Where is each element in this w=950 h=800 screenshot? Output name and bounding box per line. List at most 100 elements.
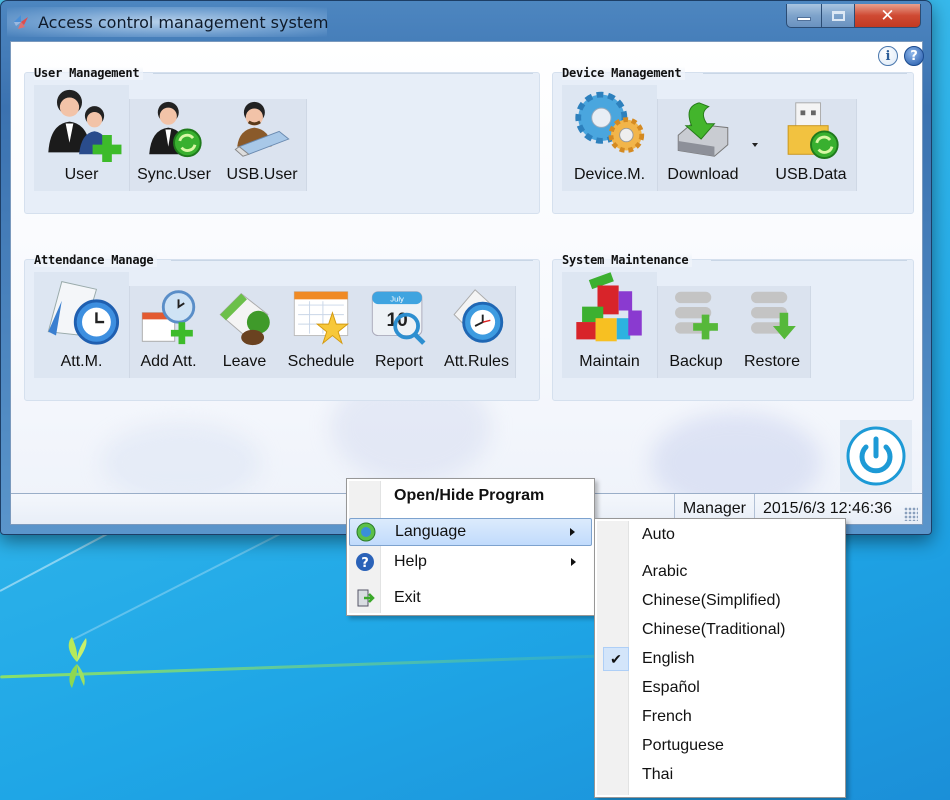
leave-icon — [219, 292, 270, 346]
device-management-button[interactable]: Device.M. — [562, 85, 657, 191]
group-title: Device Management — [562, 66, 686, 80]
gears-icon — [574, 91, 644, 153]
schedule-icon — [293, 291, 350, 345]
add-attendance-label: Add Att. — [140, 353, 197, 370]
top-right-icons: i ? — [878, 46, 924, 66]
report-button[interactable]: July 10 Report — [360, 286, 438, 378]
maximize-button[interactable] — [822, 4, 855, 28]
add-attendance-button[interactable]: Add Att. — [130, 286, 207, 378]
calendar-clock-icon — [47, 281, 119, 345]
user-button[interactable]: User — [34, 85, 129, 191]
device-management-label: Device.M. — [573, 166, 646, 183]
usb-user-button[interactable]: USB.User — [218, 99, 306, 191]
power-icon — [846, 426, 906, 486]
user-label: User — [64, 166, 99, 183]
menu-item-language[interactable]: Language — [349, 518, 592, 546]
language-option-auto[interactable]: Auto — [597, 521, 843, 549]
globe-icon — [356, 522, 376, 542]
app-window: Access control management system ✕ i ? U… — [0, 0, 932, 535]
resize-grip[interactable] — [904, 507, 918, 521]
schedule-label: Schedule — [287, 353, 355, 370]
group-title: User Management — [34, 66, 144, 80]
backup-button[interactable]: Backup — [658, 286, 734, 378]
attendance-rules-label: Att.Rules — [444, 353, 509, 370]
group-device-management: Device Management Device.M. Download USB… — [552, 66, 914, 214]
attendance-rules-button[interactable]: Att.Rules — [438, 286, 515, 378]
maintain-label: Maintain — [579, 353, 640, 370]
language-option[interactable]: Thai — [597, 761, 843, 789]
leave-button[interactable]: Leave — [207, 286, 282, 378]
report-label: Report — [374, 353, 424, 370]
tray-context-menu: Open/Hide Program Language ? Help Exit — [346, 478, 595, 616]
desktop-leaf-icon — [68, 637, 87, 688]
submenu-arrow-icon — [570, 528, 575, 536]
download-dropdown-icon[interactable] — [752, 143, 758, 147]
usb-user-label: USB.User — [226, 166, 298, 183]
schedule-button[interactable]: Schedule — [282, 286, 360, 378]
usb-user-icon — [234, 101, 290, 157]
leave-label: Leave — [222, 353, 267, 370]
minimize-icon — [797, 16, 811, 21]
restore-label: Restore — [743, 353, 801, 370]
submenu-arrow-icon — [571, 558, 576, 566]
attendance-management-button[interactable]: Att.M. — [34, 272, 129, 378]
maintain-button[interactable]: Maintain — [562, 272, 657, 378]
svg-text:?: ? — [361, 556, 369, 571]
menu-item-label: Exit — [394, 589, 421, 606]
caption-buttons: ✕ — [786, 4, 921, 30]
main-panel: i ? User Management User Sync.User USB.U… — [10, 41, 924, 525]
help-icon[interactable]: ? — [904, 46, 924, 66]
report-icon: July 10 — [371, 291, 426, 345]
help-icon: ? — [356, 553, 374, 571]
language-option[interactable]: Arabic — [597, 558, 843, 586]
download-button[interactable]: Download — [658, 99, 748, 191]
user-add-icon — [47, 89, 121, 162]
menu-item-label: Open/Hide Program — [394, 487, 545, 504]
menu-item-exit[interactable]: Exit — [349, 584, 592, 612]
close-icon: ✕ — [880, 5, 895, 26]
language-label: Auto — [642, 526, 675, 543]
minimize-button[interactable] — [786, 4, 822, 28]
app-logo-icon — [14, 15, 28, 29]
power-button[interactable] — [840, 420, 912, 492]
language-option[interactable]: French — [597, 703, 843, 731]
language-option-selected[interactable]: ✔ English — [597, 645, 843, 673]
info-icon[interactable]: i — [878, 46, 898, 66]
maximize-icon — [831, 10, 845, 21]
close-button[interactable]: ✕ — [855, 4, 921, 28]
group-title: System Maintenance — [562, 253, 693, 267]
usb-data-label: USB.Data — [775, 166, 847, 183]
group-attendance-manage: Attendance Manage Att.M. Add Att. Leave … — [24, 253, 540, 401]
backup-icon — [675, 291, 718, 340]
attendance-management-label: Att.M. — [60, 353, 103, 370]
language-option[interactable]: Chinese(Simplified) — [597, 587, 843, 615]
sync-user-label: Sync.User — [137, 166, 211, 183]
group-title: Attendance Manage — [34, 253, 158, 267]
checkmark-icon: ✔ — [603, 647, 629, 671]
group-system-maintenance: System Maintenance Maintain Backup Resto… — [552, 253, 914, 401]
report-icon-month: July — [390, 294, 404, 303]
language-option[interactable]: Portuguese — [597, 732, 843, 760]
menu-item-label: Language — [395, 523, 467, 540]
window-title: Access control management system — [38, 13, 329, 32]
download-label: Download — [667, 166, 739, 183]
exit-door-icon — [357, 589, 375, 607]
group-user-management: User Management User Sync.User USB.User — [24, 66, 540, 214]
usb-data-icon — [787, 102, 839, 160]
menu-item-help[interactable]: ? Help — [349, 548, 592, 576]
download-disk-icon — [677, 102, 729, 157]
usb-data-button[interactable]: USB.Data — [766, 99, 856, 191]
sync-user-button[interactable]: Sync.User — [130, 99, 218, 191]
language-submenu: Auto Arabic Chinese(Simplified) Chinese(… — [594, 518, 846, 798]
menu-item-label: Help — [394, 553, 427, 570]
title-bar[interactable]: Access control management system ✕ — [1, 1, 931, 43]
alarm-clock-icon — [452, 289, 503, 343]
restore-button[interactable]: Restore — [734, 286, 810, 378]
sync-user-icon — [149, 101, 202, 158]
language-option[interactable]: Chinese(Traditional) — [597, 616, 843, 644]
add-attendance-icon — [141, 290, 195, 345]
menu-item-open-hide[interactable]: Open/Hide Program — [349, 482, 592, 510]
language-option[interactable]: Español — [597, 674, 843, 702]
blocks-icon — [575, 272, 642, 342]
backup-label: Backup — [669, 353, 723, 370]
